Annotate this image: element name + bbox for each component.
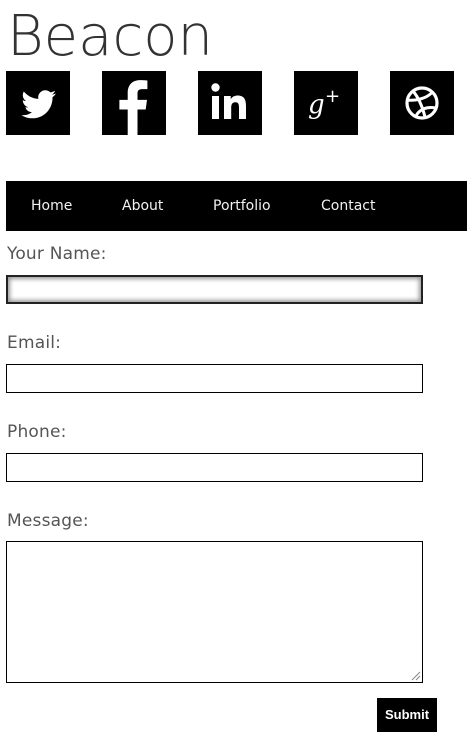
submit-button[interactable]: Submit bbox=[377, 698, 437, 732]
linkedin-in-icon bbox=[211, 83, 246, 119]
message-label: Message: bbox=[7, 511, 89, 531]
social-links: g + bbox=[6, 71, 466, 135]
main-nav: Home About Portfolio Contact bbox=[6, 181, 467, 231]
twitter-link[interactable] bbox=[6, 71, 70, 135]
dribbble-link[interactable] bbox=[390, 71, 454, 135]
facebook-link[interactable] bbox=[102, 71, 166, 135]
site-title-text: Beacon bbox=[7, 4, 213, 69]
google-plus-link[interactable]: g + bbox=[294, 71, 358, 135]
phone-input[interactable] bbox=[6, 453, 423, 482]
your-name-label: Your Name: bbox=[7, 244, 107, 264]
message-textarea[interactable] bbox=[6, 541, 423, 683]
nav-item-contact[interactable]: Contact bbox=[321, 181, 375, 231]
your-name-input[interactable] bbox=[6, 275, 423, 304]
site-title: Beacon bbox=[7, 2, 213, 72]
facebook-f-icon bbox=[119, 80, 148, 135]
email-label: Email: bbox=[7, 333, 62, 353]
svg-text:+: + bbox=[325, 86, 340, 107]
phone-label: Phone: bbox=[7, 422, 67, 442]
nav-item-portfolio[interactable]: Portfolio bbox=[213, 181, 271, 231]
google-plus-icon: g + bbox=[308, 86, 340, 120]
twitter-bird-icon bbox=[21, 90, 57, 119]
email-input[interactable] bbox=[6, 364, 423, 393]
nav-item-home[interactable]: Home bbox=[31, 181, 72, 231]
nav-item-about[interactable]: About bbox=[122, 181, 163, 231]
svg-text:g: g bbox=[308, 90, 325, 120]
resize-grip-icon[interactable] bbox=[409, 669, 421, 681]
linkedin-link[interactable] bbox=[198, 71, 262, 135]
dribbble-ball-icon bbox=[405, 86, 439, 120]
